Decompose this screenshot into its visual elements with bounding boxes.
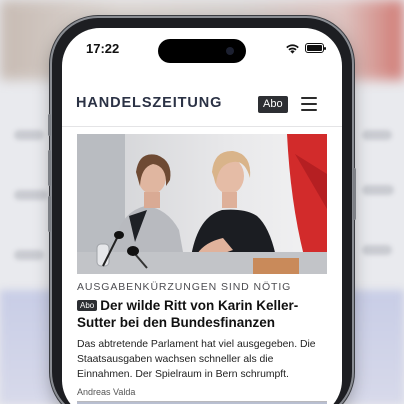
article-lead: Das abtretende Parlament hat viel ausgeg… <box>77 339 316 380</box>
article-kicker: AUSGABENKÜRZUNGEN SIND NÖTIG <box>77 281 292 293</box>
background-text-blur <box>362 130 392 140</box>
article-teaser[interactable]: AUSGABENKÜRZUNGEN SIND NÖTIG Abo Der wild… <box>77 134 327 402</box>
battery-icon <box>305 43 326 53</box>
article-image[interactable] <box>77 134 327 274</box>
subscribe-button[interactable]: Abo <box>258 96 288 113</box>
camera-icon <box>226 47 234 55</box>
background-text-blur <box>14 190 48 200</box>
article-author: Andreas Valda <box>77 387 327 402</box>
background-text-blur <box>14 250 44 260</box>
phone-screen: 17:22 HANDELSZEITUNG Abo AUSGABENKÜRZUNG… <box>62 28 342 404</box>
volume-up-button <box>48 150 51 186</box>
subscriber-badge: Abo <box>77 300 98 311</box>
background-text-blur <box>362 245 392 255</box>
headline-text: Der wilde Ritt von Karin Keller-Sutter b… <box>77 298 299 330</box>
status-bar: 17:22 <box>62 28 342 72</box>
article-headline[interactable]: Abo Der wilde Ritt von Karin Keller-Sutte… <box>77 297 327 331</box>
volume-down-button <box>48 196 51 232</box>
site-logo[interactable]: HANDELSZEITUNG <box>76 95 222 111</box>
hamburger-menu-icon[interactable] <box>301 97 317 111</box>
background-card-blur <box>344 290 404 404</box>
status-time: 17:22 <box>86 41 120 56</box>
mute-switch <box>48 114 51 136</box>
status-icons <box>285 42 326 54</box>
phone-frame: 17:22 HANDELSZEITUNG Abo AUSGABENKÜRZUNG… <box>48 18 356 404</box>
background-text-blur <box>362 185 394 195</box>
background-card-blur <box>0 290 60 404</box>
dynamic-island <box>158 39 246 63</box>
press-conference-photo <box>77 134 327 274</box>
site-header: HANDELSZEITUNG Abo <box>62 86 342 126</box>
wifi-icon <box>286 43 299 54</box>
background-text-blur <box>14 130 44 140</box>
header-divider <box>62 126 342 127</box>
power-button <box>353 168 356 220</box>
